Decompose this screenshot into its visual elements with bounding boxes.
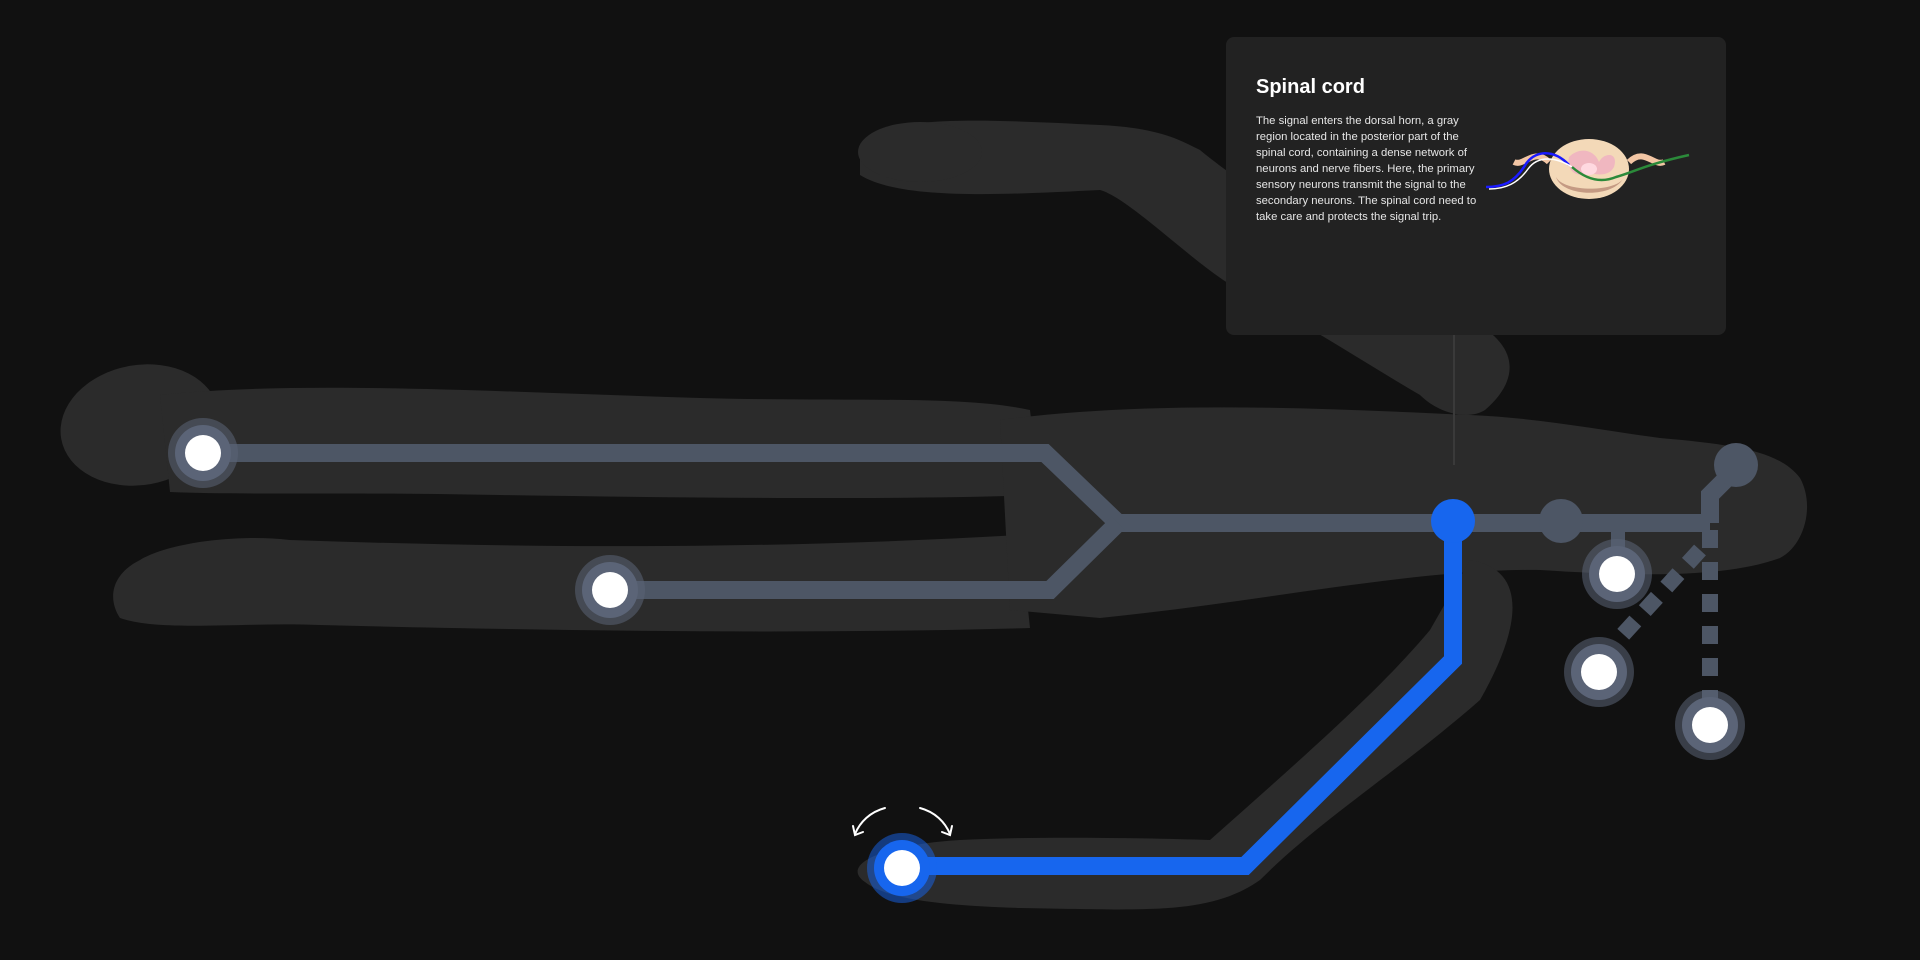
info-card-description: The signal enters the dorsal horn, a gra… — [1256, 115, 1477, 223]
left-hand-node[interactable] — [575, 555, 645, 625]
right-hip-node[interactable] — [1582, 539, 1652, 609]
spinal-cord-node[interactable] — [1431, 499, 1475, 543]
right-foot-top-node[interactable] — [1714, 443, 1758, 487]
spinal-cord-cross-section-icon — [1485, 139, 1690, 199]
card-connector — [1453, 335, 1455, 465]
junction-node[interactable] — [1539, 499, 1583, 543]
foot-node-active[interactable] — [867, 833, 937, 903]
right-knee-node[interactable] — [1564, 637, 1634, 707]
info-card: Spinal cord The signal enters the dorsal… — [1226, 37, 1726, 335]
left-arm-node[interactable] — [168, 418, 238, 488]
info-card-body: The signal enters the dorsal horn, a gra… — [1256, 113, 1696, 225]
right-foot-node[interactable] — [1675, 690, 1745, 760]
rotate-arrows-icon[interactable] — [852, 807, 953, 837]
info-card-title: Spinal cord — [1256, 76, 1365, 98]
